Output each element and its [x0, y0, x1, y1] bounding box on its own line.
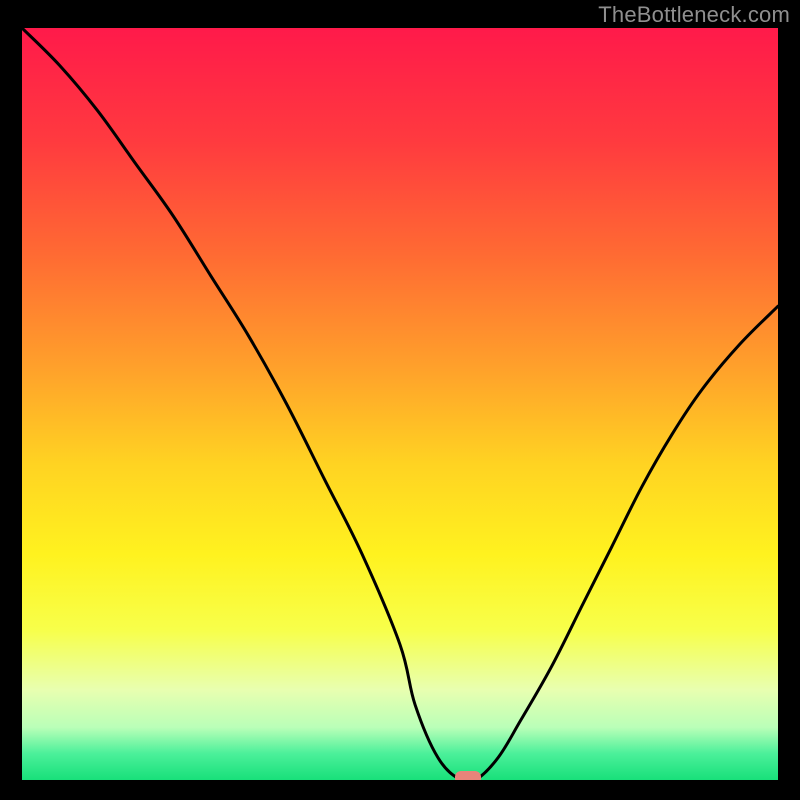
optimum-marker	[455, 771, 481, 780]
watermark-text: TheBottleneck.com	[598, 2, 790, 28]
chart-frame: TheBottleneck.com	[0, 0, 800, 800]
gradient-background	[22, 28, 778, 780]
chart-plot-area	[22, 28, 778, 780]
chart-svg	[22, 28, 778, 780]
